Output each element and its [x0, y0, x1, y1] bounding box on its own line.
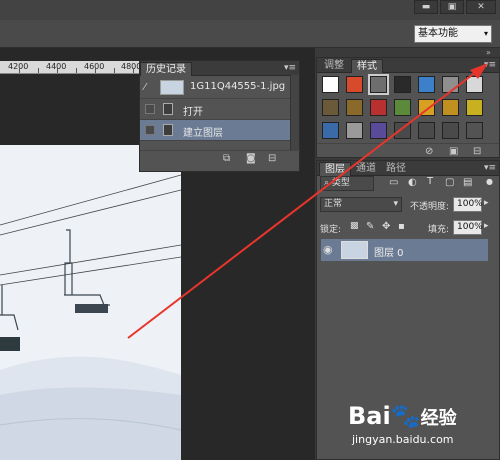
styles-panel-header: 调整 样式 ▾≡ [317, 58, 499, 73]
tab-history[interactable]: 历史记录 [140, 62, 192, 76]
history-snapshot[interactable]: ⁄ 1G11Q44555-1.jpg [140, 77, 291, 99]
close-window-button[interactable]: ✕ [466, 0, 496, 14]
style-swatch[interactable] [466, 99, 483, 116]
minimize-button[interactable]: ▬ [414, 0, 438, 14]
new-document-icon[interactable]: ⧉ [223, 154, 235, 164]
snapshot-label: 1G11Q44555-1.jpg [190, 81, 286, 92]
history-item[interactable]: 打开 [140, 99, 291, 120]
style-swatch[interactable] [442, 76, 459, 93]
ski-lift-photo [0, 145, 181, 460]
history-checkbox[interactable] [145, 125, 155, 135]
panel-menu-icon[interactable]: ▾≡ [284, 63, 296, 73]
history-checkbox[interactable] [145, 104, 155, 114]
lock-transparency-icon[interactable]: ▩ [350, 221, 359, 231]
brush-source-icon: ⁄ [144, 82, 146, 93]
document-icon [163, 103, 173, 115]
lock-image-brush-icon[interactable]: ✎ [366, 221, 374, 232]
workspace-select[interactable]: 基本功能 ▾ [414, 25, 492, 43]
restore-button[interactable]: ▣ [440, 0, 464, 14]
style-swatch[interactable] [394, 99, 411, 116]
camera-icon[interactable]: ◙ [246, 154, 258, 164]
paw-icon: 🐾 [390, 402, 421, 430]
text-filter-icon[interactable]: T [427, 176, 433, 187]
chevron-down-icon: ▾ [393, 199, 398, 209]
fill-dropdown-icon[interactable]: ▸ [484, 221, 489, 231]
horizontal-ruler: 4200 4400 4600 4800 [0, 61, 142, 74]
style-swatch[interactable] [346, 76, 363, 93]
search-icon: ⌕ [324, 178, 330, 188]
watermark-url: jingyan.baidu.com [352, 433, 454, 446]
layers-panel-header: 图层 通道 路径 ▾≡ [317, 161, 499, 176]
lock-position-move-icon[interactable]: ✥ [382, 221, 390, 232]
style-swatch[interactable] [466, 76, 483, 93]
panel-menu-icon[interactable]: ▾≡ [484, 60, 496, 70]
style-swatch[interactable] [442, 122, 459, 139]
chevron-down-icon: ▾ [483, 29, 488, 38]
lock-label: 锁定: [320, 225, 342, 235]
blend-mode-select[interactable]: 正常 ▾ [320, 197, 402, 212]
lock-all-icon[interactable]: ▪ [398, 221, 405, 232]
adjustment-filter-icon[interactable]: ◐ [408, 177, 417, 188]
history-item-label: 打开 [183, 107, 203, 118]
trash-icon[interactable]: ⊟ [473, 147, 485, 157]
style-swatch[interactable] [368, 74, 389, 95]
snapshot-thumbnail [160, 80, 184, 95]
style-swatch[interactable] [394, 122, 411, 139]
pixel-filter-icon[interactable]: ▭ [389, 177, 398, 188]
style-swatch[interactable] [370, 122, 387, 139]
collapse-dock-icon[interactable]: » [486, 48, 491, 57]
history-item[interactable]: 建立图层 [140, 120, 291, 141]
eye-icon[interactable]: ◉ [323, 243, 333, 256]
layer-kind-label: 类型 [331, 178, 350, 188]
fill-input[interactable]: 100% [453, 220, 483, 235]
style-swatch[interactable] [466, 122, 483, 139]
tab-styles[interactable]: 样式 [351, 59, 383, 73]
history-panel-header: 历史记录 ▾≡ [140, 61, 299, 76]
style-swatch[interactable] [322, 76, 339, 93]
style-swatch[interactable] [370, 99, 387, 116]
new-style-icon[interactable]: ▣ [449, 147, 461, 157]
style-swatch[interactable] [442, 99, 459, 116]
style-swatch[interactable] [394, 76, 411, 93]
trash-icon[interactable]: ⊟ [268, 154, 280, 164]
workspace-label: 基本功能 [418, 28, 458, 39]
tab-channels[interactable]: 通道 [351, 162, 381, 176]
styles-panel: 调整 样式 ▾≡ ⊘ ▣ ⊟ [316, 57, 500, 158]
opacity-dropdown-icon[interactable]: ▸ [484, 198, 489, 208]
document-icon [163, 124, 173, 136]
style-swatch[interactable] [346, 99, 363, 116]
tab-adjustments[interactable]: 调整 [319, 59, 349, 73]
style-swatch[interactable] [322, 99, 339, 116]
style-swatch[interactable] [322, 122, 339, 139]
history-footer: ⧉ ◙ ⊟ [140, 150, 300, 168]
layer-row[interactable]: ◉ 图层 0 [321, 239, 488, 261]
filter-toggle-icon[interactable]: ● [486, 177, 493, 186]
opacity-input[interactable]: 100% [453, 197, 483, 212]
layer-thumbnail [341, 241, 368, 259]
styles-footer: ⊘ ▣ ⊟ [317, 143, 499, 157]
layer-name: 图层 0 [374, 248, 404, 259]
smart-object-filter-icon[interactable]: ▤ [463, 177, 472, 188]
watermark-brand-2: 经验 [420, 408, 457, 429]
fill-label: 填充: [428, 225, 450, 235]
panel-menu-icon[interactable]: ▾≡ [484, 163, 496, 173]
history-item-label: 建立图层 [183, 128, 223, 139]
baidu-jingyan-watermark: Bai🐾经验 jingyan.baidu.com [340, 402, 480, 457]
style-swatch[interactable] [346, 122, 363, 139]
shape-filter-icon[interactable]: ▢ [445, 177, 454, 188]
style-swatch[interactable] [418, 76, 435, 93]
tab-paths[interactable]: 路径 [381, 162, 411, 176]
no-style-icon[interactable]: ⊘ [425, 147, 437, 157]
watermark-brand: Bai [348, 402, 391, 430]
opacity-label: 不透明度: [410, 202, 450, 212]
layer-kind-filter[interactable]: ⌕ 类型 [320, 176, 374, 191]
tab-layers[interactable]: 图层 [319, 162, 351, 176]
style-swatch[interactable] [418, 99, 435, 116]
history-scrollbar[interactable] [290, 75, 299, 150]
canvas-image[interactable] [0, 145, 181, 460]
style-swatch[interactable] [418, 122, 435, 139]
blend-mode-label: 正常 [324, 199, 343, 209]
